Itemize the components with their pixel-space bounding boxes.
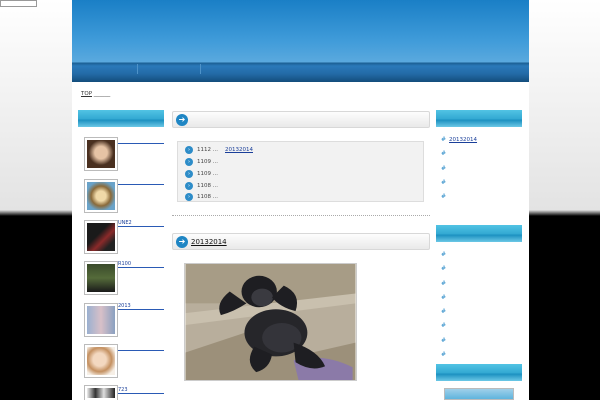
breadcrumb: TOP ______ <box>81 91 111 97</box>
right-widget-header <box>436 225 522 242</box>
hash-icon: # <box>441 351 447 359</box>
avatar[interactable] <box>84 179 118 213</box>
list-item: # <box>441 294 522 308</box>
hash-icon: # <box>441 279 447 287</box>
site-header <box>72 0 529 82</box>
news-section-header: ➔ <box>172 111 430 128</box>
avatar-label[interactable]: 2013 <box>118 303 131 309</box>
sidebar-banner[interactable] <box>444 388 514 400</box>
avatar[interactable] <box>84 344 118 378</box>
avatar-link-line <box>118 184 164 185</box>
hash-icon: # <box>441 251 447 258</box>
list-item: # <box>441 308 522 322</box>
arrow-right-icon: › <box>185 158 193 166</box>
avatar-link-line <box>118 309 164 310</box>
arrow-right-icon: › <box>185 193 193 201</box>
avatar-link-line <box>118 226 164 227</box>
page-container: TOP ______ UNE2 R100 2013 723 ➔ › 1112 .… <box>72 0 529 400</box>
breadcrumb-top-link[interactable]: TOP <box>81 91 92 97</box>
list-item: # <box>441 251 522 265</box>
hash-icon: # <box>441 178 447 186</box>
news-date: 1108 ... <box>197 183 218 189</box>
hash-icon: # <box>441 193 447 201</box>
hash-icon: # <box>441 136 447 143</box>
news-date: 1109 ... <box>197 171 218 177</box>
hash-icon: # <box>441 265 447 273</box>
list-item: #20132014 <box>441 136 522 150</box>
left-widget-header <box>78 110 164 127</box>
avatar-label[interactable]: UNE2 <box>118 220 132 226</box>
right-widget-header <box>436 364 522 381</box>
arrow-right-icon: ➔ <box>176 236 188 248</box>
list-item: # <box>441 265 522 279</box>
avatar[interactable] <box>84 303 118 337</box>
list-item: # <box>441 179 522 193</box>
nav-divider <box>137 64 138 74</box>
divider <box>172 215 430 216</box>
right-link-list: #20132014 # # # # <box>436 127 522 209</box>
avatar-link-line <box>118 143 164 144</box>
article-header: ➔ 20132014 <box>172 233 430 250</box>
list-item: # <box>441 150 522 164</box>
news-date: 1112 ... <box>197 147 218 153</box>
article-photo[interactable] <box>184 263 357 381</box>
arrow-right-icon: › <box>185 146 193 154</box>
hash-icon: # <box>441 308 447 316</box>
right-widget-header <box>436 110 522 127</box>
hash-icon: # <box>441 336 447 344</box>
left-sidebar: UNE2 R100 2013 723 <box>78 110 164 400</box>
search-input[interactable] <box>0 0 37 7</box>
news-link[interactable]: 20132014 <box>225 147 253 153</box>
news-date: 1109 ... <box>197 159 218 165</box>
list-item: # <box>441 165 522 179</box>
right-sidebar: #20132014 # # # # # # # # # # # # <box>436 110 522 400</box>
avatar-label[interactable]: R100 <box>118 261 131 267</box>
avatar[interactable] <box>84 261 118 295</box>
arrow-right-icon: › <box>185 182 193 190</box>
list-item: # <box>441 322 522 336</box>
hash-icon: # <box>441 150 447 158</box>
avatar[interactable] <box>84 220 118 254</box>
avatar-link-line <box>118 267 164 268</box>
arrow-right-icon: › <box>185 170 193 178</box>
hash-icon: # <box>441 293 447 301</box>
news-list: › 1112 ... 20132014 › 1109 ... › 1109 ..… <box>177 141 424 202</box>
article-title[interactable]: 20132014 <box>191 238 227 246</box>
list-item: # <box>441 193 522 207</box>
nav-divider <box>200 64 201 74</box>
list-item: # <box>441 337 522 351</box>
avatar[interactable] <box>84 137 118 171</box>
right-link-list: # # # # # # # # <box>436 242 522 365</box>
hash-icon: # <box>441 322 447 330</box>
list-item: # <box>441 280 522 294</box>
hash-icon: # <box>441 164 447 172</box>
main-content: ➔ › 1112 ... 20132014 › 1109 ... › 1109 … <box>172 111 430 381</box>
avatar[interactable] <box>84 385 118 400</box>
news-date: 1108 ... <box>197 194 218 200</box>
sidebar-link[interactable]: 20132014 <box>449 137 477 143</box>
avatar-link-line <box>118 393 164 394</box>
avatar-label[interactable]: 723 <box>118 387 128 393</box>
avatar-link-line <box>118 350 164 351</box>
arrow-right-icon: ➔ <box>176 114 188 126</box>
